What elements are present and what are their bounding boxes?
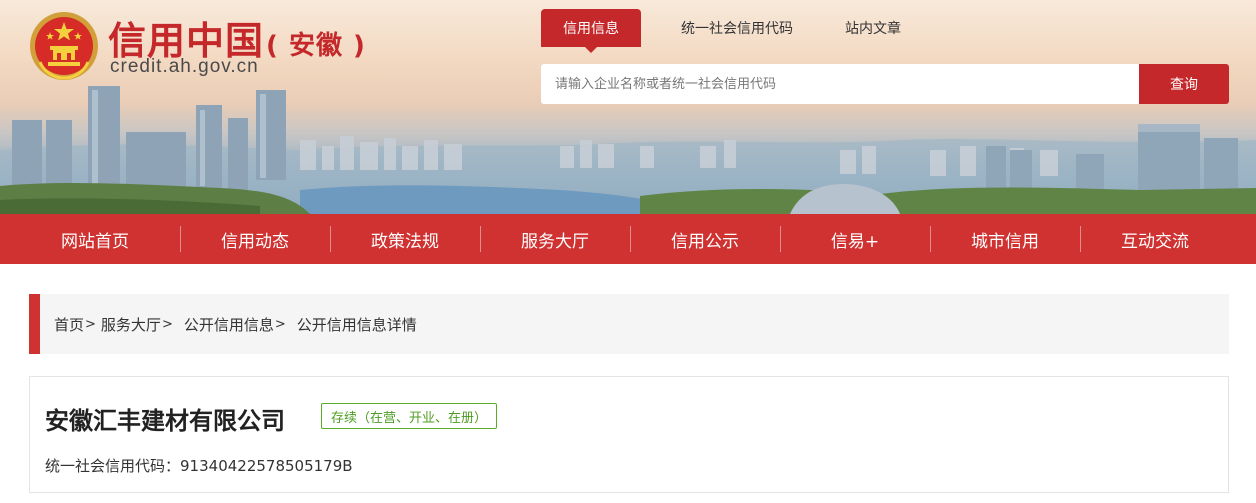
nav-item-interaction[interactable]: 互动交流 xyxy=(1080,214,1230,264)
nav-item-home[interactable]: 网站首页 xyxy=(0,214,180,264)
breadcrumb-current: 公开信用信息详情 xyxy=(296,315,417,334)
nav-item-service-hall[interactable]: 服务大厅 xyxy=(480,214,630,264)
search-button[interactable]: 查询 xyxy=(1139,64,1229,104)
nav-item-city-credit[interactable]: 城市信用 xyxy=(930,214,1080,264)
breadcrumb-separator: > xyxy=(274,316,286,332)
breadcrumb-home[interactable]: 首页 xyxy=(54,314,84,335)
nav-item-credit-news[interactable]: 信用动态 xyxy=(180,214,330,264)
breadcrumb-public-credit-info[interactable]: 公开信用信息 xyxy=(184,314,274,335)
company-name: 安徽汇丰建材有限公司 xyxy=(45,407,285,435)
tab-site-articles[interactable]: 站内文章 xyxy=(833,9,913,47)
search-type-tabs: 信用信息 统一社会信用代码 站内文章 xyxy=(541,9,913,53)
nav-item-policies[interactable]: 政策法规 xyxy=(330,214,480,264)
breadcrumb: 首页 > 服务大厅 > 公开信用信息 > 公开信用信息详情 xyxy=(29,294,1229,354)
national-emblem-icon xyxy=(30,12,98,80)
main-nav: 网站首页 信用动态 政策法规 服务大厅 信用公示 信易+ 城市信用 互动交流 xyxy=(0,214,1256,264)
breadcrumb-separator: > xyxy=(161,316,173,332)
company-card: 安徽汇丰建材有限公司 存续（在营、开业、在册） 统一社会信用代码：9134042… xyxy=(29,376,1229,493)
header-banner: 信用中国 ( 安徽 ) credit.ah.gov.cn 信用信息 统一社会信用… xyxy=(0,0,1256,214)
search-input[interactable] xyxy=(541,64,1139,104)
tab-unified-credit-code[interactable]: 统一社会信用代码 xyxy=(641,9,833,47)
site-title: 信用中国 ( 安徽 ) xyxy=(108,10,366,63)
credit-code-value: 91340422578505179B xyxy=(180,457,353,475)
status-badge: 存续（在营、开业、在册） xyxy=(321,403,498,429)
nav-item-credit-publicity[interactable]: 信用公示 xyxy=(630,214,780,264)
nav-item-xinyi-plus[interactable]: 信易+ xyxy=(780,214,930,264)
tab-credit-info[interactable]: 信用信息 xyxy=(541,9,641,53)
breadcrumb-separator: > xyxy=(85,316,96,332)
site-title-region: ( 安徽 ) xyxy=(266,31,366,61)
breadcrumb-service-hall[interactable]: 服务大厅 xyxy=(101,314,161,335)
site-url: credit.ah.gov.cn xyxy=(110,56,259,77)
credit-code-label: 统一社会信用代码： xyxy=(45,457,181,475)
credit-code-line: 统一社会信用代码：91340422578505179B xyxy=(45,455,353,476)
